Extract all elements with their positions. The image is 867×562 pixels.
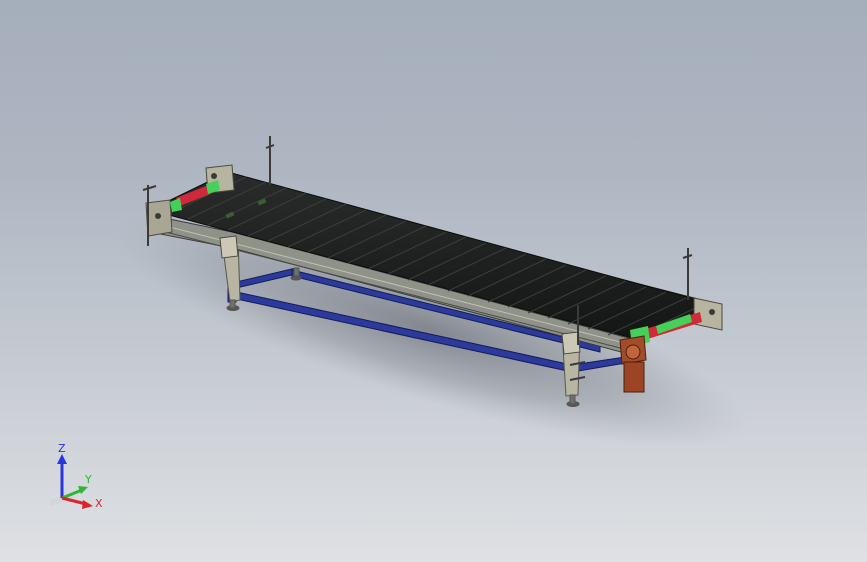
y-axis-head — [78, 486, 88, 494]
x-axis-label: X — [95, 497, 103, 510]
graphics-viewport[interactable]: Z Y X — [0, 0, 867, 562]
z-axis-label: Z — [58, 442, 66, 455]
drive-motor[interactable] — [619, 335, 647, 393]
y-axis-label: Y — [84, 473, 92, 486]
conveyor-model-view[interactable] — [0, 0, 867, 562]
x-axis-head — [82, 500, 93, 509]
z-axis-head — [57, 454, 67, 464]
coordinate-triad[interactable]: Z Y X — [40, 440, 115, 520]
